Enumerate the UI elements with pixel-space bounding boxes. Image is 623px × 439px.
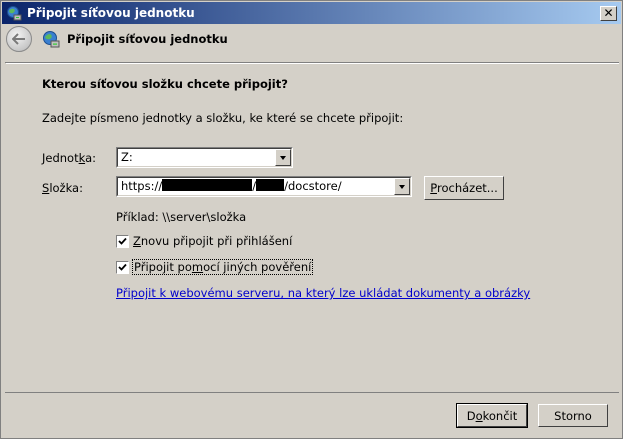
wizard-content: Kterou síťovou složku chcete připojit? Z…	[5, 62, 619, 393]
other-credentials-checkbox[interactable]	[116, 260, 129, 274]
reconnect-checkbox[interactable]	[116, 234, 129, 248]
instruction-text: Zadejte písmeno jednotky a složku, ke kt…	[42, 111, 404, 125]
close-icon: ✕	[603, 5, 614, 20]
reconnect-option[interactable]: Znovu připojit při přihlášení	[116, 234, 292, 248]
example-text: Příklad: \\server\složka	[116, 210, 247, 224]
folder-dropdown-button[interactable]	[394, 178, 410, 195]
redaction	[256, 179, 285, 191]
folder-value: https:////docstore/	[121, 179, 342, 193]
checkmark-icon	[118, 263, 127, 271]
page-heading: Kterou síťovou složku chcete připojit?	[42, 77, 288, 91]
window-title: Připojit síťovou jednotku	[27, 6, 195, 20]
wizard-header: Připojit síťovou jednotku	[2, 24, 621, 54]
wizard-title: Připojit síťovou jednotku	[67, 32, 228, 46]
other-credentials-label: Připojit pomocí jiných pověření	[131, 259, 314, 275]
network-drive-icon	[7, 6, 22, 21]
title-bar: Připojit síťovou jednotku ✕	[2, 2, 621, 24]
redaction	[162, 179, 253, 191]
drive-select[interactable]: Z:	[116, 147, 293, 168]
folder-combobox[interactable]: https:////docstore/	[116, 176, 412, 197]
back-arrow-icon	[12, 33, 25, 45]
web-server-link[interactable]: Připojit k webovému serveru, na který lz…	[116, 286, 530, 300]
reconnect-label: Znovu připojit při přihlášení	[133, 234, 293, 248]
drive-dropdown-button[interactable]	[275, 149, 291, 166]
network-drive-icon	[43, 31, 60, 48]
map-network-drive-dialog: Připojit síťovou jednotku ✕ Připojit síť…	[0, 0, 623, 439]
cancel-button[interactable]: Storno	[538, 404, 608, 427]
other-credentials-option[interactable]: Připojit pomocí jiných pověření	[116, 259, 314, 275]
close-button[interactable]: ✕	[600, 5, 617, 21]
folder-label: Složka:	[42, 181, 83, 195]
checkmark-icon	[118, 237, 127, 245]
drive-value: Z:	[121, 150, 133, 164]
drive-label: Jednotka:	[42, 151, 96, 165]
back-button[interactable]	[6, 26, 32, 52]
browse-button[interactable]: Procházet...	[424, 176, 504, 200]
finish-button[interactable]: Dokončit	[456, 403, 528, 428]
